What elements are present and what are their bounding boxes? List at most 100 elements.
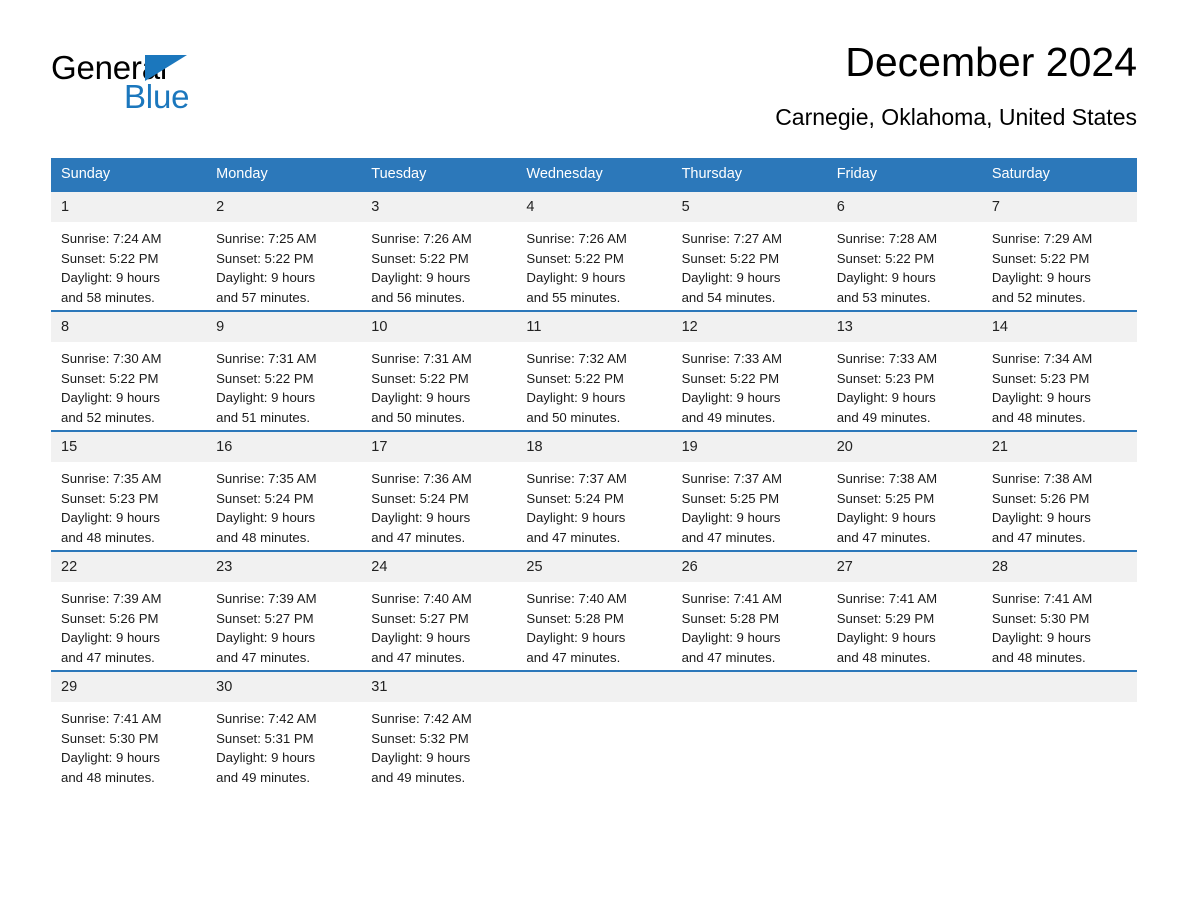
day-number: 29 bbox=[51, 672, 207, 702]
day-number: 12 bbox=[671, 312, 827, 342]
calendar-day-cell[interactable]: 30 Sunrise: 7:42 AM Sunset: 5:31 PM Dayl… bbox=[206, 672, 362, 790]
calendar-day-cell-empty bbox=[516, 672, 672, 790]
day-sun-info: Sunrise: 7:38 AM Sunset: 5:25 PM Dayligh… bbox=[836, 471, 938, 545]
weekday-header-saturday: Saturday bbox=[991, 166, 1050, 182]
day-number: 11 bbox=[516, 312, 672, 342]
calendar-day-cell[interactable]: 12 Sunrise: 7:33 AM Sunset: 5:22 PM Dayl… bbox=[671, 312, 827, 430]
day-number: 13 bbox=[826, 312, 982, 342]
day-number: 9 bbox=[206, 312, 362, 342]
calendar-day-cell[interactable]: 3 Sunrise: 7:26 AM Sunset: 5:22 PM Dayli… bbox=[361, 192, 517, 310]
day-sun-info: Sunrise: 7:31 AM Sunset: 5:22 PM Dayligh… bbox=[371, 351, 472, 425]
location-subtitle: Carnegie, Oklahoma, United States bbox=[775, 104, 1137, 130]
day-number: 24 bbox=[361, 552, 517, 582]
calendar-week-row: 22 Sunrise: 7:39 AM Sunset: 5:26 PM Dayl… bbox=[51, 550, 1137, 670]
day-number: 16 bbox=[206, 432, 362, 462]
day-number: 31 bbox=[361, 672, 517, 702]
day-sun-info: Sunrise: 7:29 AM Sunset: 5:22 PM Dayligh… bbox=[991, 231, 1093, 305]
day-number: 26 bbox=[671, 552, 827, 582]
calendar-day-cell[interactable]: 17 Sunrise: 7:36 AM Sunset: 5:24 PM Dayl… bbox=[361, 432, 517, 550]
calendar-day-cell[interactable]: 22 Sunrise: 7:39 AM Sunset: 5:26 PM Dayl… bbox=[51, 552, 207, 670]
day-sun-info: Sunrise: 7:39 AM Sunset: 5:27 PM Dayligh… bbox=[216, 591, 317, 665]
calendar-page: General Blue December 2024 Carnegie, Okl… bbox=[0, 0, 1188, 918]
calendar-day-cell[interactable]: 23 Sunrise: 7:39 AM Sunset: 5:27 PM Dayl… bbox=[206, 552, 362, 670]
day-number: 27 bbox=[826, 552, 982, 582]
calendar-day-cell[interactable]: 26 Sunrise: 7:41 AM Sunset: 5:28 PM Dayl… bbox=[671, 552, 827, 670]
title-block: December 2024 Carnegie, Oklahoma, United… bbox=[775, 36, 1137, 132]
calendar-day-cell[interactable]: 25 Sunrise: 7:40 AM Sunset: 5:28 PM Dayl… bbox=[516, 552, 672, 670]
day-number: 14 bbox=[981, 312, 1137, 342]
day-number: 25 bbox=[516, 552, 672, 582]
calendar-day-cell[interactable]: 1 Sunrise: 7:24 AM Sunset: 5:22 PM Dayli… bbox=[51, 192, 207, 310]
calendar-day-cell[interactable]: 19 Sunrise: 7:37 AM Sunset: 5:25 PM Dayl… bbox=[671, 432, 827, 550]
calendar-day-cell[interactable]: 9 Sunrise: 7:31 AM Sunset: 5:22 PM Dayli… bbox=[206, 312, 362, 430]
day-number: 30 bbox=[206, 672, 362, 702]
calendar-day-cell[interactable]: 20 Sunrise: 7:38 AM Sunset: 5:25 PM Dayl… bbox=[826, 432, 982, 550]
calendar-day-cell[interactable]: 4 Sunrise: 7:26 AM Sunset: 5:22 PM Dayli… bbox=[516, 192, 672, 310]
day-sun-info: Sunrise: 7:34 AM Sunset: 5:23 PM Dayligh… bbox=[991, 351, 1093, 425]
day-number bbox=[981, 672, 1137, 702]
calendar-day-cell-empty bbox=[826, 672, 982, 790]
day-number bbox=[826, 672, 982, 702]
calendar-day-cell[interactable]: 31 Sunrise: 7:42 AM Sunset: 5:32 PM Dayl… bbox=[361, 672, 517, 790]
day-number: 7 bbox=[981, 192, 1137, 222]
page-header: General Blue December 2024 Carnegie, Okl… bbox=[51, 36, 1137, 148]
calendar-week-row: 1 Sunrise: 7:24 AM Sunset: 5:22 PM Dayli… bbox=[51, 190, 1137, 310]
calendar-day-cell[interactable]: 27 Sunrise: 7:41 AM Sunset: 5:29 PM Dayl… bbox=[826, 552, 982, 670]
day-sun-info: Sunrise: 7:27 AM Sunset: 5:22 PM Dayligh… bbox=[681, 231, 782, 305]
calendar-day-cell[interactable]: 10 Sunrise: 7:31 AM Sunset: 5:22 PM Dayl… bbox=[361, 312, 517, 430]
calendar-week-row: 8 Sunrise: 7:30 AM Sunset: 5:22 PM Dayli… bbox=[51, 310, 1137, 430]
day-number: 3 bbox=[361, 192, 517, 222]
calendar-table: Sunday Monday Tuesday Wednesday Thursday… bbox=[51, 158, 1137, 790]
calendar-day-cell[interactable]: 24 Sunrise: 7:40 AM Sunset: 5:27 PM Dayl… bbox=[361, 552, 517, 670]
day-sun-info: Sunrise: 7:26 AM Sunset: 5:22 PM Dayligh… bbox=[371, 231, 472, 305]
calendar-day-cell[interactable]: 28 Sunrise: 7:41 AM Sunset: 5:30 PM Dayl… bbox=[981, 552, 1137, 670]
day-number bbox=[516, 672, 672, 702]
calendar-day-cell[interactable]: 5 Sunrise: 7:27 AM Sunset: 5:22 PM Dayli… bbox=[671, 192, 827, 310]
calendar-day-cell-empty bbox=[981, 672, 1137, 790]
day-number: 4 bbox=[516, 192, 672, 222]
calendar-day-cell[interactable]: 16 Sunrise: 7:35 AM Sunset: 5:24 PM Dayl… bbox=[206, 432, 362, 550]
day-sun-info: Sunrise: 7:40 AM Sunset: 5:27 PM Dayligh… bbox=[371, 591, 472, 665]
logo-text-blue: Blue bbox=[124, 78, 190, 115]
day-sun-info: Sunrise: 7:31 AM Sunset: 5:22 PM Dayligh… bbox=[216, 351, 317, 425]
weekday-header-tuesday: Tuesday bbox=[371, 166, 427, 182]
calendar-day-cell[interactable]: 18 Sunrise: 7:37 AM Sunset: 5:24 PM Dayl… bbox=[516, 432, 672, 550]
day-sun-info: Sunrise: 7:37 AM Sunset: 5:24 PM Dayligh… bbox=[526, 471, 627, 545]
day-sun-info: Sunrise: 7:38 AM Sunset: 5:26 PM Dayligh… bbox=[991, 471, 1093, 545]
day-sun-info: Sunrise: 7:24 AM Sunset: 5:22 PM Dayligh… bbox=[61, 231, 162, 305]
day-sun-info: Sunrise: 7:33 AM Sunset: 5:23 PM Dayligh… bbox=[836, 351, 938, 425]
calendar-day-cell[interactable]: 6 Sunrise: 7:28 AM Sunset: 5:22 PM Dayli… bbox=[826, 192, 982, 310]
calendar-day-cell[interactable]: 29 Sunrise: 7:41 AM Sunset: 5:30 PM Dayl… bbox=[51, 672, 207, 790]
day-sun-info: Sunrise: 7:28 AM Sunset: 5:22 PM Dayligh… bbox=[836, 231, 938, 305]
calendar-day-cell[interactable]: 11 Sunrise: 7:32 AM Sunset: 5:22 PM Dayl… bbox=[516, 312, 672, 430]
calendar-day-cell[interactable]: 21 Sunrise: 7:38 AM Sunset: 5:26 PM Dayl… bbox=[981, 432, 1137, 550]
day-sun-info: Sunrise: 7:42 AM Sunset: 5:31 PM Dayligh… bbox=[216, 711, 317, 785]
day-number: 5 bbox=[671, 192, 827, 222]
day-sun-info: Sunrise: 7:35 AM Sunset: 5:24 PM Dayligh… bbox=[216, 471, 317, 545]
day-sun-info: Sunrise: 7:30 AM Sunset: 5:22 PM Dayligh… bbox=[61, 351, 162, 425]
day-number: 8 bbox=[51, 312, 207, 342]
calendar-day-cell[interactable]: 2 Sunrise: 7:25 AM Sunset: 5:22 PM Dayli… bbox=[206, 192, 362, 310]
calendar-day-cell[interactable]: 7 Sunrise: 7:29 AM Sunset: 5:22 PM Dayli… bbox=[981, 192, 1137, 310]
weekday-header-monday: Monday bbox=[216, 166, 268, 182]
day-number: 10 bbox=[361, 312, 517, 342]
calendar-day-cell-empty bbox=[671, 672, 827, 790]
calendar-day-cell[interactable]: 13 Sunrise: 7:33 AM Sunset: 5:23 PM Dayl… bbox=[826, 312, 982, 430]
weekday-header-friday: Friday bbox=[836, 166, 877, 182]
day-sun-info: Sunrise: 7:41 AM Sunset: 5:30 PM Dayligh… bbox=[61, 711, 162, 785]
day-sun-info: Sunrise: 7:37 AM Sunset: 5:25 PM Dayligh… bbox=[681, 471, 782, 545]
calendar-day-cell[interactable]: 8 Sunrise: 7:30 AM Sunset: 5:22 PM Dayli… bbox=[51, 312, 207, 430]
general-blue-logo[interactable]: General Blue bbox=[51, 50, 251, 122]
calendar-day-cell[interactable]: 14 Sunrise: 7:34 AM Sunset: 5:23 PM Dayl… bbox=[981, 312, 1137, 430]
calendar-week-row: 29 Sunrise: 7:41 AM Sunset: 5:30 PM Dayl… bbox=[51, 670, 1137, 790]
day-sun-info: Sunrise: 7:41 AM Sunset: 5:29 PM Dayligh… bbox=[836, 591, 938, 665]
day-sun-info: Sunrise: 7:36 AM Sunset: 5:24 PM Dayligh… bbox=[371, 471, 472, 545]
weekday-header-sunday: Sunday bbox=[61, 166, 111, 182]
day-number: 18 bbox=[516, 432, 672, 462]
day-sun-info: Sunrise: 7:33 AM Sunset: 5:22 PM Dayligh… bbox=[681, 351, 782, 425]
day-number: 21 bbox=[981, 432, 1137, 462]
calendar-day-cell[interactable]: 15 Sunrise: 7:35 AM Sunset: 5:23 PM Dayl… bbox=[51, 432, 207, 550]
day-number: 28 bbox=[981, 552, 1137, 582]
day-sun-info: Sunrise: 7:26 AM Sunset: 5:22 PM Dayligh… bbox=[526, 231, 627, 305]
day-sun-info: Sunrise: 7:41 AM Sunset: 5:30 PM Dayligh… bbox=[991, 591, 1093, 665]
